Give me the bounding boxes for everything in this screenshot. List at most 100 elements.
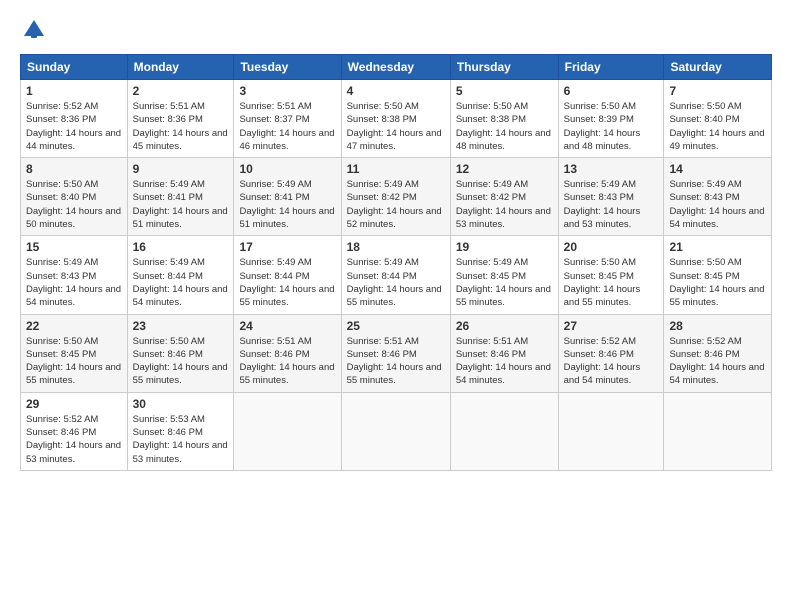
day-number: 21: [669, 240, 766, 254]
day-info: Sunrise: 5:52 AMSunset: 8:36 PMDaylight:…: [26, 100, 122, 153]
calendar-week-5: 29 Sunrise: 5:52 AMSunset: 8:46 PMDayligh…: [21, 392, 772, 470]
day-info: Sunrise: 5:49 AMSunset: 8:44 PMDaylight:…: [133, 256, 229, 309]
day-info: Sunrise: 5:50 AMSunset: 8:40 PMDaylight:…: [669, 100, 766, 153]
day-number: 13: [564, 162, 659, 176]
calendar: SundayMondayTuesdayWednesdayThursdayFrid…: [20, 54, 772, 471]
day-number: 26: [456, 319, 553, 333]
calendar-cell: 2Sunrise: 5:51 AMSunset: 8:36 PMDaylight…: [127, 80, 234, 158]
day-number: 11: [347, 162, 445, 176]
day-info: Sunrise: 5:52 AMSunset: 8:46 PMDaylight:…: [669, 335, 766, 388]
calendar-cell: 1 Sunrise: 5:52 AMSunset: 8:36 PMDaylight…: [21, 80, 128, 158]
calendar-cell: 25 Sunrise: 5:51 AMSunset: 8:46 PMDayligh…: [341, 314, 450, 392]
day-number: 29: [26, 397, 122, 411]
calendar-week-4: 22 Sunrise: 5:50 AMSunset: 8:45 PMDayligh…: [21, 314, 772, 392]
calendar-cell: 15 Sunrise: 5:49 AMSunset: 8:43 PMDayligh…: [21, 236, 128, 314]
calendar-cell: 14Sunrise: 5:49 AMSunset: 8:43 PMDayligh…: [664, 158, 772, 236]
calendar-cell: 22 Sunrise: 5:50 AMSunset: 8:45 PMDayligh…: [21, 314, 128, 392]
col-header-saturday: Saturday: [664, 55, 772, 80]
day-info: Sunrise: 5:50 AMSunset: 8:38 PMDaylight:…: [456, 100, 553, 153]
calendar-week-1: 1 Sunrise: 5:52 AMSunset: 8:36 PMDaylight…: [21, 80, 772, 158]
day-number: 4: [347, 84, 445, 98]
day-info: Sunrise: 5:51 AMSunset: 8:46 PMDaylight:…: [347, 335, 445, 388]
logo-icon: [20, 16, 48, 44]
day-number: 20: [564, 240, 659, 254]
calendar-cell: 20 Sunrise: 5:50 AMSunset: 8:45 PMDayligh…: [558, 236, 664, 314]
col-header-sunday: Sunday: [21, 55, 128, 80]
calendar-week-3: 15 Sunrise: 5:49 AMSunset: 8:43 PMDayligh…: [21, 236, 772, 314]
day-info: Sunrise: 5:52 AMSunset: 8:46 PMDaylight:…: [564, 335, 659, 388]
day-info: Sunrise: 5:50 AMSunset: 8:45 PMDaylight:…: [564, 256, 659, 309]
day-number: 1: [26, 84, 122, 98]
day-number: 15: [26, 240, 122, 254]
day-number: 3: [239, 84, 335, 98]
calendar-header-row: SundayMondayTuesdayWednesdayThursdayFrid…: [21, 55, 772, 80]
calendar-cell: 13Sunrise: 5:49 AMSunset: 8:43 PMDayligh…: [558, 158, 664, 236]
calendar-cell: 5 Sunrise: 5:50 AMSunset: 8:38 PMDaylight…: [450, 80, 558, 158]
day-info: Sunrise: 5:50 AMSunset: 8:39 PMDaylight:…: [564, 100, 659, 153]
calendar-cell: 26 Sunrise: 5:51 AMSunset: 8:46 PMDayligh…: [450, 314, 558, 392]
calendar-cell: 23 Sunrise: 5:50 AMSunset: 8:46 PMDayligh…: [127, 314, 234, 392]
day-info: Sunrise: 5:50 AMSunset: 8:40 PMDaylight:…: [26, 178, 122, 231]
day-number: 18: [347, 240, 445, 254]
calendar-cell: 19Sunrise: 5:49 AMSunset: 8:45 PMDayligh…: [450, 236, 558, 314]
calendar-cell: 7 Sunrise: 5:50 AMSunset: 8:40 PMDaylight…: [664, 80, 772, 158]
day-number: 25: [347, 319, 445, 333]
day-info: Sunrise: 5:49 AMSunset: 8:42 PMDaylight:…: [456, 178, 553, 231]
calendar-cell: 10 Sunrise: 5:49 AMSunset: 8:41 PMDayligh…: [234, 158, 341, 236]
day-number: 23: [133, 319, 229, 333]
calendar-cell: 18 Sunrise: 5:49 AMSunset: 8:44 PMDayligh…: [341, 236, 450, 314]
day-info: Sunrise: 5:50 AMSunset: 8:45 PMDaylight:…: [26, 335, 122, 388]
calendar-cell: [558, 392, 664, 470]
day-number: 17: [239, 240, 335, 254]
day-info: Sunrise: 5:50 AMSunset: 8:45 PMDaylight:…: [669, 256, 766, 309]
day-number: 16: [133, 240, 229, 254]
calendar-cell: 29 Sunrise: 5:52 AMSunset: 8:46 PMDayligh…: [21, 392, 128, 470]
day-info: Sunrise: 5:50 AMSunset: 8:38 PMDaylight:…: [347, 100, 445, 153]
day-number: 22: [26, 319, 122, 333]
calendar-week-2: 8 Sunrise: 5:50 AMSunset: 8:40 PMDaylight…: [21, 158, 772, 236]
day-info: Sunrise: 5:49 AMSunset: 8:41 PMDaylight:…: [239, 178, 335, 231]
day-info: Sunrise: 5:51 AMSunset: 8:46 PMDaylight:…: [456, 335, 553, 388]
col-header-friday: Friday: [558, 55, 664, 80]
day-info: Sunrise: 5:50 AMSunset: 8:46 PMDaylight:…: [133, 335, 229, 388]
col-header-tuesday: Tuesday: [234, 55, 341, 80]
day-number: 24: [239, 319, 335, 333]
logo: [20, 16, 52, 44]
calendar-cell: 3 Sunrise: 5:51 AMSunset: 8:37 PMDaylight…: [234, 80, 341, 158]
day-info: Sunrise: 5:49 AMSunset: 8:44 PMDaylight:…: [239, 256, 335, 309]
calendar-cell: [341, 392, 450, 470]
day-info: Sunrise: 5:49 AMSunset: 8:42 PMDaylight:…: [347, 178, 445, 231]
calendar-cell: 9Sunrise: 5:49 AMSunset: 8:41 PMDaylight…: [127, 158, 234, 236]
day-number: 19: [456, 240, 553, 254]
calendar-cell: 16 Sunrise: 5:49 AMSunset: 8:44 PMDayligh…: [127, 236, 234, 314]
day-number: 14: [669, 162, 766, 176]
calendar-cell: 30Sunrise: 5:53 AMSunset: 8:46 PMDayligh…: [127, 392, 234, 470]
day-info: Sunrise: 5:49 AMSunset: 8:44 PMDaylight:…: [347, 256, 445, 309]
col-header-thursday: Thursday: [450, 55, 558, 80]
calendar-cell: 27 Sunrise: 5:52 AMSunset: 8:46 PMDayligh…: [558, 314, 664, 392]
calendar-cell: 28 Sunrise: 5:52 AMSunset: 8:46 PMDayligh…: [664, 314, 772, 392]
day-info: Sunrise: 5:53 AMSunset: 8:46 PMDaylight:…: [133, 413, 229, 466]
day-number: 12: [456, 162, 553, 176]
header: [20, 16, 772, 44]
day-info: Sunrise: 5:49 AMSunset: 8:43 PMDaylight:…: [26, 256, 122, 309]
page: SundayMondayTuesdayWednesdayThursdayFrid…: [0, 0, 792, 612]
calendar-cell: 24Sunrise: 5:51 AMSunset: 8:46 PMDayligh…: [234, 314, 341, 392]
calendar-cell: 12 Sunrise: 5:49 AMSunset: 8:42 PMDayligh…: [450, 158, 558, 236]
calendar-cell: [664, 392, 772, 470]
day-number: 2: [133, 84, 229, 98]
day-info: Sunrise: 5:51 AMSunset: 8:37 PMDaylight:…: [239, 100, 335, 153]
day-info: Sunrise: 5:52 AMSunset: 8:46 PMDaylight:…: [26, 413, 122, 466]
col-header-monday: Monday: [127, 55, 234, 80]
calendar-cell: 4 Sunrise: 5:50 AMSunset: 8:38 PMDaylight…: [341, 80, 450, 158]
calendar-cell: 21 Sunrise: 5:50 AMSunset: 8:45 PMDayligh…: [664, 236, 772, 314]
day-number: 10: [239, 162, 335, 176]
day-number: 5: [456, 84, 553, 98]
day-number: 6: [564, 84, 659, 98]
day-number: 7: [669, 84, 766, 98]
day-number: 8: [26, 162, 122, 176]
day-number: 27: [564, 319, 659, 333]
day-number: 28: [669, 319, 766, 333]
day-number: 9: [133, 162, 229, 176]
calendar-cell: 6 Sunrise: 5:50 AMSunset: 8:39 PMDaylight…: [558, 80, 664, 158]
